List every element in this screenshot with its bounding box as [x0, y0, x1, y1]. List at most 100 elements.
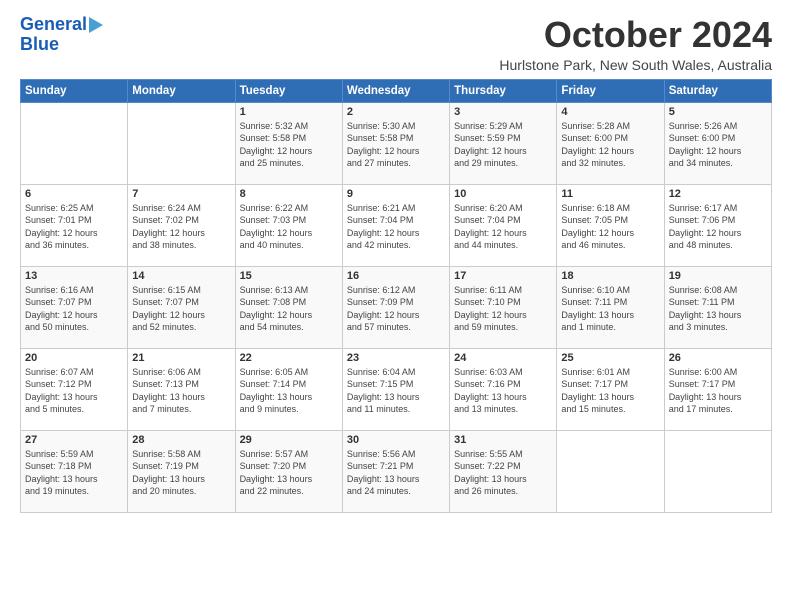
month-title: October 2024	[499, 15, 772, 55]
cell-content: Sunrise: 6:11 AM Sunset: 7:10 PM Dayligh…	[454, 284, 552, 334]
day-number: 31	[454, 434, 552, 446]
week-row-3: 13 Sunrise: 6:16 AM Sunset: 7:07 PM Dayli…	[21, 266, 772, 348]
cell-content: Sunrise: 5:32 AM Sunset: 5:58 PM Dayligh…	[240, 120, 338, 170]
cell-content: Sunrise: 6:01 AM Sunset: 7:17 PM Dayligh…	[561, 366, 659, 416]
calendar-cell: 21 Sunrise: 6:06 AM Sunset: 7:13 PM Dayli…	[128, 348, 235, 430]
cell-content: Sunrise: 6:04 AM Sunset: 7:15 PM Dayligh…	[347, 366, 445, 416]
cell-content: Sunrise: 5:26 AM Sunset: 6:00 PM Dayligh…	[669, 120, 767, 170]
calendar-cell	[557, 430, 664, 512]
header-day-friday: Friday	[557, 79, 664, 102]
day-number: 23	[347, 352, 445, 364]
calendar-cell: 22 Sunrise: 6:05 AM Sunset: 7:14 PM Dayli…	[235, 348, 342, 430]
day-number: 25	[561, 352, 659, 364]
calendar-cell: 7 Sunrise: 6:24 AM Sunset: 7:02 PM Daylig…	[128, 184, 235, 266]
calendar-cell: 12Sunrise: 6:17 AM Sunset: 7:06 PM Dayli…	[664, 184, 771, 266]
calendar-cell: 2 Sunrise: 5:30 AM Sunset: 5:58 PM Daylig…	[342, 102, 449, 184]
calendar-cell	[664, 430, 771, 512]
week-row-5: 27Sunrise: 5:59 AM Sunset: 7:18 PM Dayli…	[21, 430, 772, 512]
calendar-cell: 23 Sunrise: 6:04 AM Sunset: 7:15 PM Dayli…	[342, 348, 449, 430]
calendar-cell: 25 Sunrise: 6:01 AM Sunset: 7:17 PM Dayli…	[557, 348, 664, 430]
day-number: 20	[25, 352, 123, 364]
cell-content: Sunrise: 6:20 AM Sunset: 7:04 PM Dayligh…	[454, 202, 552, 252]
calendar-cell: 14 Sunrise: 6:15 AM Sunset: 7:07 PM Dayli…	[128, 266, 235, 348]
cell-content: Sunrise: 5:59 AM Sunset: 7:18 PM Dayligh…	[25, 448, 123, 498]
calendar-cell: 5Sunrise: 5:26 AM Sunset: 6:00 PM Daylig…	[664, 102, 771, 184]
calendar-cell: 4 Sunrise: 5:28 AM Sunset: 6:00 PM Daylig…	[557, 102, 664, 184]
day-number: 16	[347, 270, 445, 282]
week-row-2: 6 Sunrise: 6:25 AM Sunset: 7:01 PM Daylig…	[21, 184, 772, 266]
cell-content: Sunrise: 5:55 AM Sunset: 7:22 PM Dayligh…	[454, 448, 552, 498]
calendar-cell: 28 Sunrise: 5:58 AM Sunset: 7:19 PM Dayli…	[128, 430, 235, 512]
day-number: 26	[669, 352, 767, 364]
calendar-cell: 9Sunrise: 6:21 AM Sunset: 7:04 PM Daylig…	[342, 184, 449, 266]
day-number: 10	[454, 188, 552, 200]
day-number: 6	[25, 188, 123, 200]
calendar-cell: 16 Sunrise: 6:12 AM Sunset: 7:09 PM Dayli…	[342, 266, 449, 348]
calendar-cell	[128, 102, 235, 184]
calendar-cell: 30Sunrise: 5:56 AM Sunset: 7:21 PM Dayli…	[342, 430, 449, 512]
day-number: 1	[240, 106, 338, 118]
cell-content: Sunrise: 6:07 AM Sunset: 7:12 PM Dayligh…	[25, 366, 123, 416]
day-number: 29	[240, 434, 338, 446]
calendar-cell: 27Sunrise: 5:59 AM Sunset: 7:18 PM Dayli…	[21, 430, 128, 512]
week-row-1: 1 Sunrise: 5:32 AM Sunset: 5:58 PM Daylig…	[21, 102, 772, 184]
cell-content: Sunrise: 6:25 AM Sunset: 7:01 PM Dayligh…	[25, 202, 123, 252]
day-number: 18	[561, 270, 659, 282]
calendar-cell: 18 Sunrise: 6:10 AM Sunset: 7:11 PM Dayli…	[557, 266, 664, 348]
cell-content: Sunrise: 6:06 AM Sunset: 7:13 PM Dayligh…	[132, 366, 230, 416]
logo: General Blue	[20, 15, 103, 55]
day-number: 4	[561, 106, 659, 118]
calendar-cell: 8Sunrise: 6:22 AM Sunset: 7:03 PM Daylig…	[235, 184, 342, 266]
calendar-cell: 11Sunrise: 6:18 AM Sunset: 7:05 PM Dayli…	[557, 184, 664, 266]
calendar-cell	[21, 102, 128, 184]
day-number: 14	[132, 270, 230, 282]
day-number: 7	[132, 188, 230, 200]
cell-content: Sunrise: 6:22 AM Sunset: 7:03 PM Dayligh…	[240, 202, 338, 252]
header-day-thursday: Thursday	[450, 79, 557, 102]
day-number: 30	[347, 434, 445, 446]
logo-arrow-icon	[89, 17, 103, 33]
calendar-cell: 3 Sunrise: 5:29 AM Sunset: 5:59 PM Daylig…	[450, 102, 557, 184]
header-day-saturday: Saturday	[664, 79, 771, 102]
cell-content: Sunrise: 5:58 AM Sunset: 7:19 PM Dayligh…	[132, 448, 230, 498]
calendar-cell: 17Sunrise: 6:11 AM Sunset: 7:10 PM Dayli…	[450, 266, 557, 348]
day-number: 13	[25, 270, 123, 282]
day-number: 2	[347, 106, 445, 118]
cell-content: Sunrise: 6:08 AM Sunset: 7:11 PM Dayligh…	[669, 284, 767, 334]
day-number: 28	[132, 434, 230, 446]
calendar-cell: 29 Sunrise: 5:57 AM Sunset: 7:20 PM Dayli…	[235, 430, 342, 512]
cell-content: Sunrise: 6:10 AM Sunset: 7:11 PM Dayligh…	[561, 284, 659, 334]
header-day-wednesday: Wednesday	[342, 79, 449, 102]
calendar-cell: 10 Sunrise: 6:20 AM Sunset: 7:04 PM Dayli…	[450, 184, 557, 266]
cell-content: Sunrise: 6:12 AM Sunset: 7:09 PM Dayligh…	[347, 284, 445, 334]
calendar-cell: 1 Sunrise: 5:32 AM Sunset: 5:58 PM Daylig…	[235, 102, 342, 184]
week-row-4: 20 Sunrise: 6:07 AM Sunset: 7:12 PM Dayli…	[21, 348, 772, 430]
cell-content: Sunrise: 5:28 AM Sunset: 6:00 PM Dayligh…	[561, 120, 659, 170]
cell-content: Sunrise: 6:15 AM Sunset: 7:07 PM Dayligh…	[132, 284, 230, 334]
calendar-cell: 26 Sunrise: 6:00 AM Sunset: 7:17 PM Dayli…	[664, 348, 771, 430]
header-day-monday: Monday	[128, 79, 235, 102]
calendar-cell: 15Sunrise: 6:13 AM Sunset: 7:08 PM Dayli…	[235, 266, 342, 348]
day-number: 24	[454, 352, 552, 364]
cell-content: Sunrise: 6:16 AM Sunset: 7:07 PM Dayligh…	[25, 284, 123, 334]
cell-content: Sunrise: 6:18 AM Sunset: 7:05 PM Dayligh…	[561, 202, 659, 252]
header: General Blue October 2024 Hurlstone Park…	[20, 15, 772, 73]
cell-content: Sunrise: 6:24 AM Sunset: 7:02 PM Dayligh…	[132, 202, 230, 252]
day-number: 22	[240, 352, 338, 364]
calendar-cell: 24Sunrise: 6:03 AM Sunset: 7:16 PM Dayli…	[450, 348, 557, 430]
location-subtitle: Hurlstone Park, New South Wales, Austral…	[499, 57, 772, 73]
cell-content: Sunrise: 6:00 AM Sunset: 7:17 PM Dayligh…	[669, 366, 767, 416]
day-number: 19	[669, 270, 767, 282]
cell-content: Sunrise: 6:05 AM Sunset: 7:14 PM Dayligh…	[240, 366, 338, 416]
cell-content: Sunrise: 5:29 AM Sunset: 5:59 PM Dayligh…	[454, 120, 552, 170]
day-number: 3	[454, 106, 552, 118]
calendar-cell: 31 Sunrise: 5:55 AM Sunset: 7:22 PM Dayli…	[450, 430, 557, 512]
page: General Blue October 2024 Hurlstone Park…	[0, 0, 792, 523]
header-day-sunday: Sunday	[21, 79, 128, 102]
calendar-table: SundayMondayTuesdayWednesdayThursdayFrid…	[20, 79, 772, 513]
calendar-cell: 13 Sunrise: 6:16 AM Sunset: 7:07 PM Dayli…	[21, 266, 128, 348]
day-number: 21	[132, 352, 230, 364]
calendar-cell: 6 Sunrise: 6:25 AM Sunset: 7:01 PM Daylig…	[21, 184, 128, 266]
cell-content: Sunrise: 5:57 AM Sunset: 7:20 PM Dayligh…	[240, 448, 338, 498]
cell-content: Sunrise: 5:30 AM Sunset: 5:58 PM Dayligh…	[347, 120, 445, 170]
